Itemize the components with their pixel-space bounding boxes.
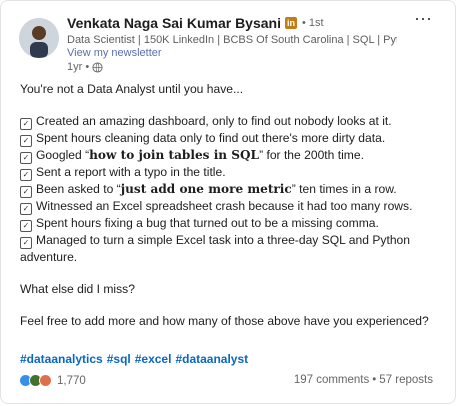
item-text: Spent hours fixing a bug that turned out… bbox=[36, 216, 379, 230]
post-body: You're not a Data Analyst until you have… bbox=[20, 81, 440, 329]
author-headline: Data Scientist | 150K LinkedIn | BCBS Of… bbox=[67, 34, 397, 46]
item-text: Sent a report with a typo in the title. bbox=[36, 165, 226, 179]
post-closing: Feel free to add more and how many of th… bbox=[20, 314, 429, 328]
item-text: Been asked to “ bbox=[36, 182, 121, 196]
post-age: 1yr • bbox=[67, 61, 90, 73]
checkbox-icon: ✓ bbox=[20, 220, 32, 232]
item-text: ” ten times in a row. bbox=[291, 182, 397, 196]
checklist: ✓ Created an amazing dashboard, only to f… bbox=[20, 113, 440, 265]
checklist-item: ✓ Created an amazing dashboard, only to f… bbox=[20, 113, 440, 130]
checklist-item: ✓ Been asked to “just add one more metric… bbox=[20, 181, 440, 198]
post-stats: 197 comments • 57 reposts bbox=[294, 374, 433, 386]
avatar-image bbox=[19, 18, 59, 58]
checkbox-icon: ✓ bbox=[20, 169, 32, 181]
connection-degree: • 1st bbox=[302, 17, 324, 29]
reaction-count[interactable]: 1,770 bbox=[57, 375, 86, 387]
hashtag-link[interactable]: #dataanalytics bbox=[20, 352, 103, 366]
emphasis-text: just add one more metric bbox=[120, 182, 292, 196]
author-avatar[interactable] bbox=[19, 18, 59, 58]
more-options-icon[interactable]: ⋯ bbox=[414, 9, 433, 30]
item-text: Googled “ bbox=[36, 148, 90, 162]
checkbox-icon: ✓ bbox=[20, 135, 32, 147]
post-meta: 1yr • bbox=[67, 61, 103, 73]
author-name-row[interactable]: Venkata Naga Sai Kumar Bysani in • 1st bbox=[67, 15, 324, 31]
hashtag-link[interactable]: #excel bbox=[135, 352, 172, 366]
checklist-item: ✓ Spent hours fixing a bug that turned ou… bbox=[20, 215, 440, 232]
checklist-item: ✓ Witnessed an Excel spreadsheet crash be… bbox=[20, 198, 440, 215]
linkedin-premium-icon: in bbox=[285, 17, 297, 29]
view-newsletter-link[interactable]: View my newsletter bbox=[67, 47, 162, 59]
author-name[interactable]: Venkata Naga Sai Kumar Bysani bbox=[67, 15, 281, 31]
comments-count[interactable]: 197 comments bbox=[294, 374, 369, 386]
feed-post: Venkata Naga Sai Kumar Bysani in • 1st D… bbox=[0, 0, 456, 404]
emphasis-text: how to join tables in SQL bbox=[89, 148, 260, 162]
item-text: Created an amazing dashboard, only to fi… bbox=[36, 114, 392, 128]
item-text: Spent hours cleaning data only to find o… bbox=[36, 131, 386, 145]
checklist-item: ✓ Managed to turn a simple Excel task int… bbox=[20, 232, 440, 265]
checkbox-icon: ✓ bbox=[20, 237, 32, 249]
reposts-count[interactable]: 57 reposts bbox=[379, 374, 433, 386]
globe-icon bbox=[92, 61, 103, 73]
checklist-item: ✓ Spent hours cleaning data only to find … bbox=[20, 130, 440, 147]
checkbox-icon: ✓ bbox=[20, 186, 32, 198]
love-reaction-icon bbox=[39, 374, 52, 387]
checkbox-icon: ✓ bbox=[20, 118, 32, 130]
post-question: What else did I miss? bbox=[20, 282, 135, 296]
checklist-item: ✓ Sent a report with a typo in the title. bbox=[20, 164, 440, 181]
item-text: ” for the 200th time. bbox=[259, 148, 364, 162]
checkbox-icon: ✓ bbox=[20, 203, 32, 215]
post-intro: You're not a Data Analyst until you have… bbox=[20, 82, 244, 96]
checklist-item: ✓ Googled “how to join tables in SQL” for… bbox=[20, 147, 440, 164]
hashtag-list: #dataanalytics #sql #excel #dataanalyst bbox=[20, 352, 248, 366]
item-text: Witnessed an Excel spreadsheet crash bec… bbox=[36, 199, 413, 213]
stats-separator: • bbox=[372, 374, 377, 386]
item-text: Managed to turn a simple Excel task into… bbox=[20, 233, 410, 264]
reactions-summary[interactable]: 1,770 bbox=[19, 374, 86, 387]
checkbox-icon: ✓ bbox=[20, 152, 32, 164]
hashtag-link[interactable]: #dataanalyst bbox=[175, 352, 248, 366]
hashtag-link[interactable]: #sql bbox=[107, 352, 131, 366]
